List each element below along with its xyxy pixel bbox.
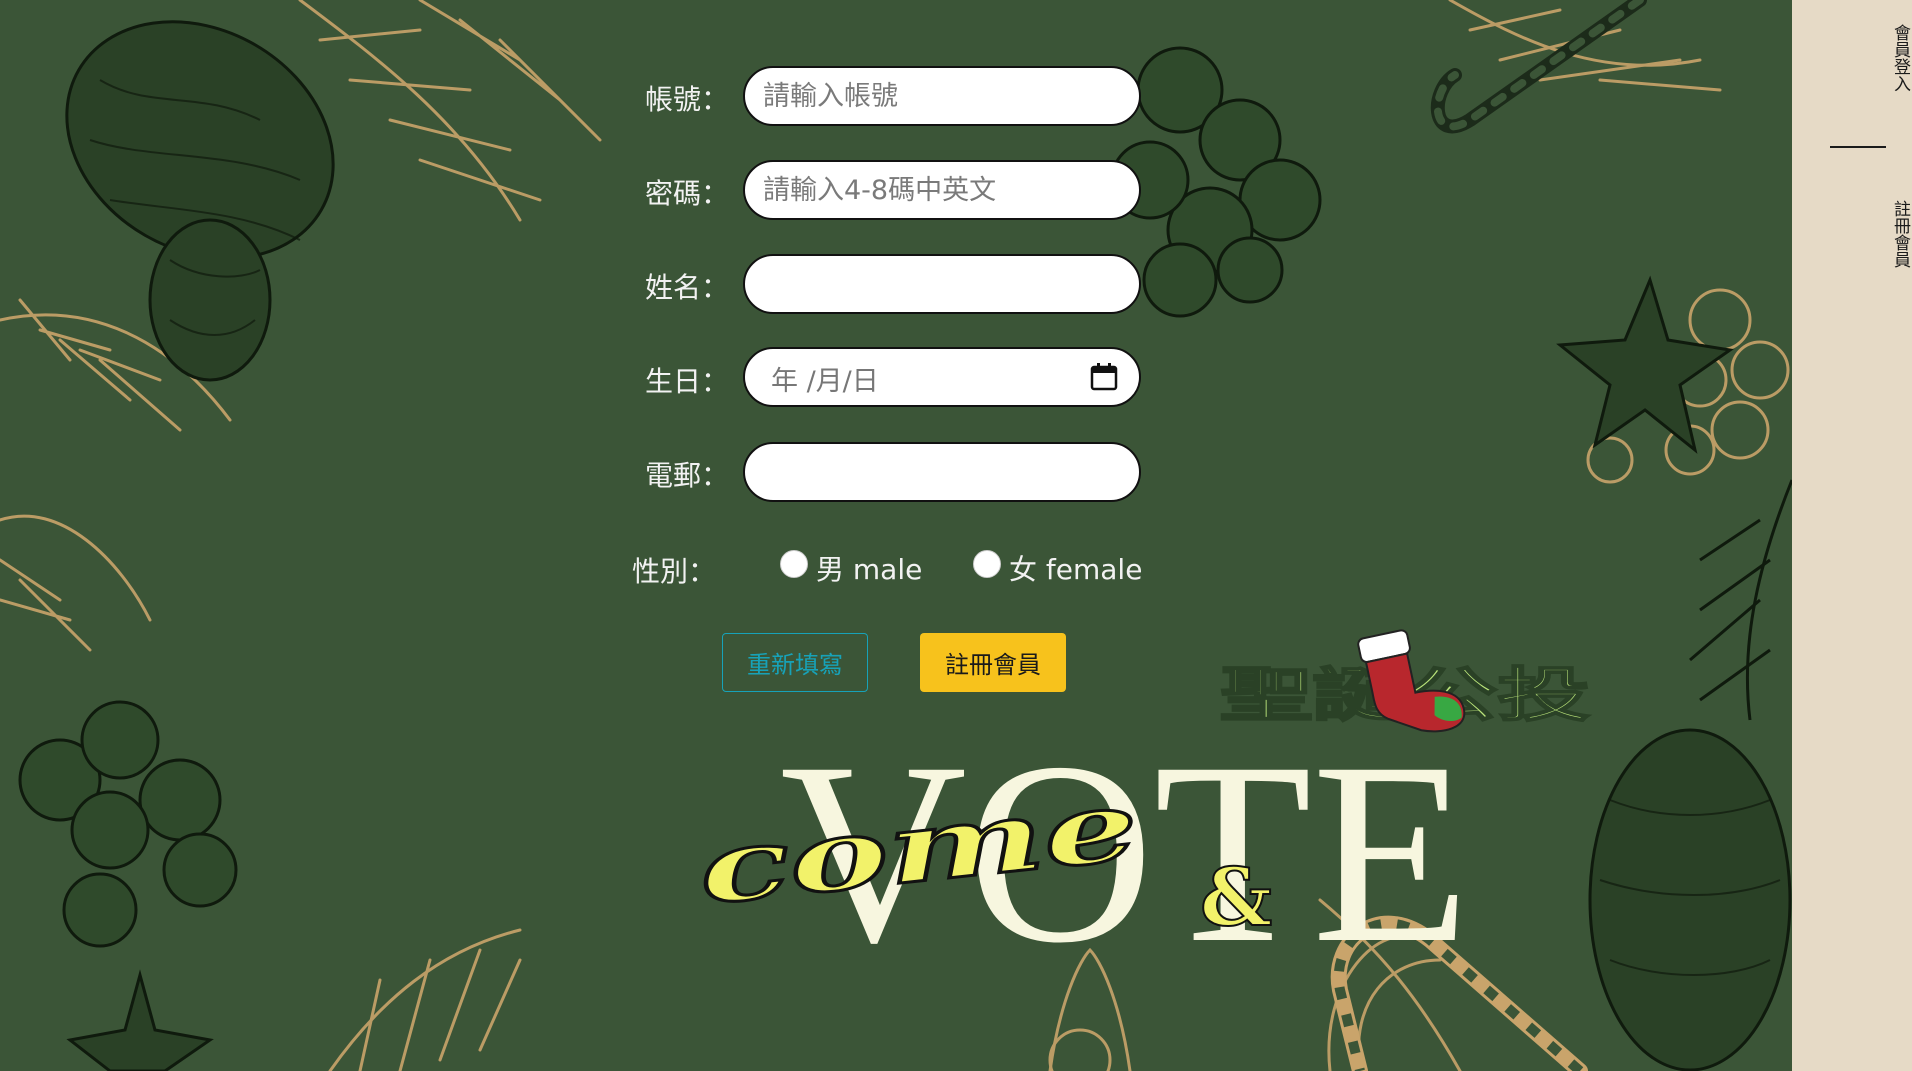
name-input[interactable] [743,254,1141,314]
male-label: 男 male [816,553,923,586]
password-label: 密碼： [645,177,730,210]
password-input[interactable] [743,160,1141,220]
right-sidebar: 會員登入 註冊會員 [1792,0,1912,1071]
male-radio[interactable] [780,550,808,578]
gender-label: 性別： [632,555,717,588]
birthday-date-input[interactable]: 年 /月/日 [743,347,1141,407]
sidebar-divider [1830,146,1886,148]
calendar-icon[interactable] [1089,362,1119,392]
birthday-label: 生日： [645,365,730,398]
sidebar-item-member-login[interactable]: 會員登入 [1792,6,1912,110]
female-label: 女 female [1009,553,1143,586]
logo-ampersand: & [1200,850,1272,944]
female-radio[interactable] [973,550,1001,578]
come-vote-logo: 聖誕公投 VOTE come & [692,629,1591,965]
birthday-placeholder: 年 /月/日 [771,366,879,397]
gender-option-female[interactable]: 女 female [973,548,1143,588]
sidebar-item-register[interactable]: 註冊會員 [1792,182,1912,286]
name-label: 姓名： [645,271,730,304]
gender-option-male[interactable]: 男 male [780,548,923,588]
page: 帳號： 密碼： 姓名： 生日： 年 /月/日 電郵： 性別： 男 male 女 … [0,0,1912,1071]
email-input[interactable] [743,442,1141,502]
account-input[interactable] [743,66,1141,126]
sidebar-item-label: 註冊會員 [1890,200,1910,268]
account-label: 帳號： [645,83,730,116]
email-label: 電郵： [645,459,730,492]
sidebar-item-label: 會員登入 [1890,24,1910,92]
